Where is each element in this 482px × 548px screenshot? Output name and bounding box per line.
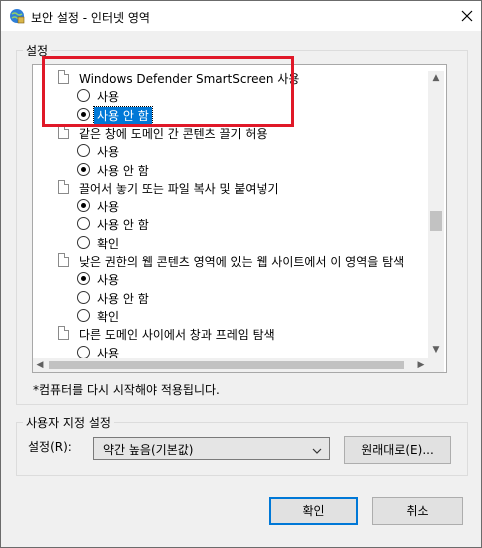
setting-option[interactable]: 사용 안 함 (33, 289, 446, 307)
radio-button[interactable] (77, 199, 90, 213)
radio-button[interactable] (77, 272, 90, 286)
setting-option-label[interactable]: 확인 (97, 308, 119, 325)
setting-option[interactable]: 사용 안 함 (33, 215, 446, 233)
setting-category-label: 같은 창에 도메인 간 콘텐츠 끌기 허용 (79, 126, 268, 141)
setting-option-label[interactable]: 사용 (97, 88, 119, 105)
document-icon (58, 253, 69, 267)
horizontal-scroll-thumb[interactable] (49, 361, 404, 369)
scroll-left-icon[interactable]: ◀ (33, 358, 47, 372)
setting-category: 낮은 권한의 웹 콘텐츠 영역에 있는 웹 사이트에서 이 영역을 탐색 (33, 252, 446, 270)
document-icon (58, 326, 69, 341)
setting-option-label[interactable]: 사용 안 함 (97, 216, 149, 233)
radio-button[interactable] (77, 290, 90, 304)
internet-options-icon (9, 8, 25, 27)
radio-button[interactable] (77, 162, 90, 176)
window-title: 보안 설정 - 인터넷 영역 (31, 11, 150, 25)
setting-option-label[interactable]: 사용 (97, 271, 119, 288)
document-icon (58, 70, 69, 84)
scroll-right-icon[interactable]: ▶ (414, 358, 428, 372)
scroll-corner (428, 358, 444, 372)
radio-button[interactable] (77, 308, 90, 322)
radio-button[interactable] (77, 235, 90, 249)
setting-option[interactable]: 확인 (33, 234, 446, 252)
setting-category-label: 다른 도메인 사이에서 창과 프레임 탐색 (79, 328, 275, 343)
setting-option[interactable]: 확인 (33, 307, 446, 325)
cancel-button[interactable]: 취소 (372, 497, 463, 525)
restart-note: *컴퓨터를 다시 시작해야 적용됩니다. (33, 383, 220, 397)
radio-button[interactable] (77, 107, 90, 121)
close-button[interactable] (455, 4, 479, 28)
security-settings-dialog: 보안 설정 - 인터넷 영역 설정 Windows Defender Smart… (0, 0, 482, 548)
setting-option[interactable]: 사용 (33, 142, 446, 160)
setting-option[interactable]: 사용 (33, 270, 446, 288)
setting-option-label[interactable]: 사용 안 함 (97, 290, 149, 307)
setting-option-label[interactable]: 사용 안 함 (93, 105, 153, 125)
ok-button[interactable]: 확인 (269, 497, 358, 525)
radio-button[interactable] (77, 144, 90, 158)
settings-tree-list[interactable]: Windows Defender SmartScreen 사용 사용 사용 안 함같… (32, 64, 447, 373)
setting-option[interactable]: 사용 안 함 (33, 105, 446, 125)
setting-category: 끌어서 놓기 또는 파일 복사 및 붙여넣기 (33, 179, 446, 197)
setting-category: 다른 도메인 사이에서 창과 프레임 탐색 (33, 325, 446, 343)
vertical-scroll-thumb[interactable] (430, 211, 442, 231)
setting-category: Windows Defender SmartScreen 사용 (33, 69, 446, 87)
document-icon (58, 179, 69, 194)
document-icon (58, 124, 69, 139)
settings-group-label: 설정 (23, 42, 52, 59)
scroll-up-icon[interactable]: ▲ (430, 71, 442, 85)
level-label: 설정(R): (28, 440, 72, 454)
setting-option-label[interactable]: 확인 (97, 235, 119, 252)
setting-category-label: 끌어서 놓기 또는 파일 복사 및 붙여넣기 (79, 181, 279, 196)
close-icon (461, 10, 473, 22)
security-level-dropdown[interactable]: 약간 높음(기본값) (93, 437, 330, 460)
setting-category: 같은 창에 도메인 간 콘텐츠 끌기 허용 (33, 124, 446, 142)
custom-settings-group-label: 사용자 지정 설정 (23, 414, 114, 431)
setting-option-label[interactable]: 사용 (97, 143, 119, 160)
setting-category-label: 낮은 권한의 웹 콘텐츠 영역에 있는 웹 사이트에서 이 영역을 탐색 (79, 255, 405, 269)
setting-option[interactable]: 사용 (33, 87, 446, 105)
setting-option-label[interactable]: 사용 안 함 (97, 162, 149, 179)
scroll-down-icon[interactable]: ▼ (430, 343, 442, 357)
radio-button[interactable] (77, 345, 90, 359)
setting-category-label: Windows Defender SmartScreen 사용 (79, 72, 300, 86)
setting-option[interactable]: 사용 (33, 197, 446, 215)
radio-button[interactable] (77, 89, 90, 103)
reset-button[interactable]: 원래대로(E)... (344, 436, 451, 464)
setting-option[interactable]: 사용 안 함 (33, 161, 446, 179)
radio-button[interactable] (77, 217, 90, 231)
setting-option-label[interactable]: 사용 (97, 198, 119, 215)
chevron-down-icon (312, 444, 322, 458)
security-level-value: 약간 높음(기본값) (103, 443, 194, 457)
title-bar: 보안 설정 - 인터넷 영역 (1, 1, 481, 31)
